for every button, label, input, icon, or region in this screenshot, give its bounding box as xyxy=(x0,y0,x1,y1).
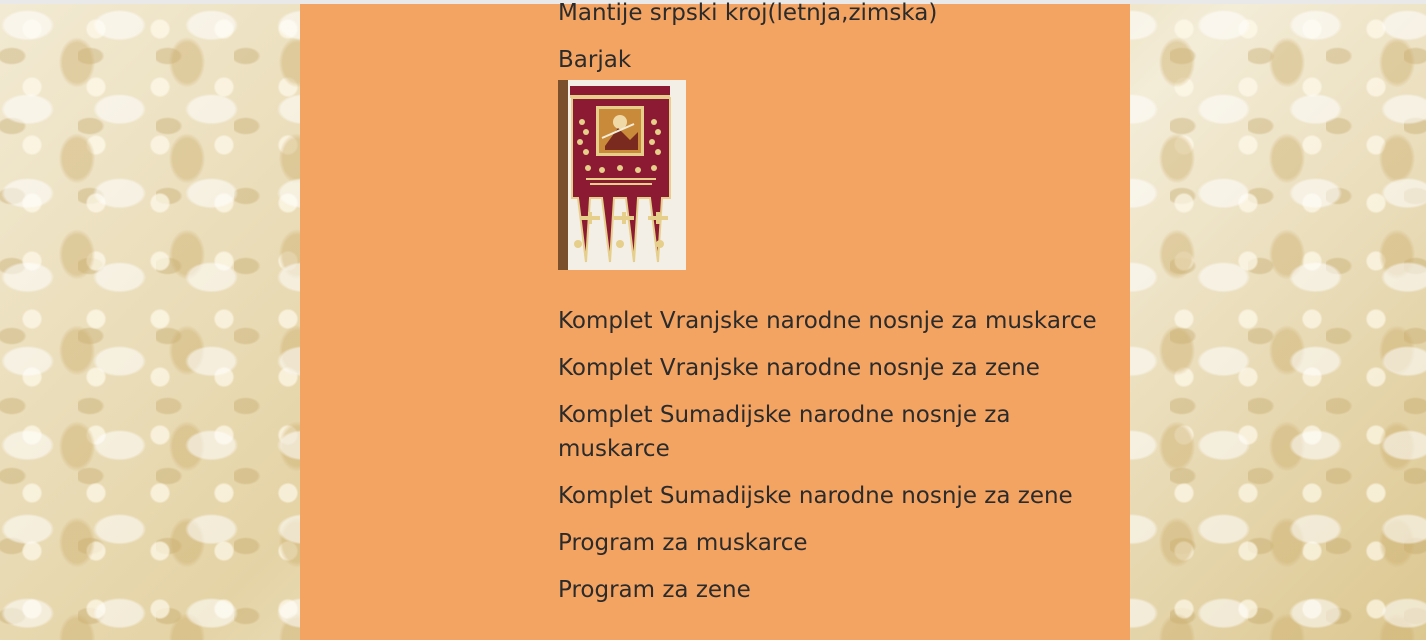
menu-link-sumadijske-muskarce[interactable]: Komplet Sumadijske narodne nosnje za mus… xyxy=(558,398,1028,466)
menu-link-program-zene[interactable]: Program za zene xyxy=(558,573,1118,607)
menu-link-vranjske-muskarce[interactable]: Komplet Vranjske narodne nosnje za muska… xyxy=(558,304,1118,338)
list-item: Program za zene xyxy=(558,573,1118,607)
list-item: Komplet Vranjske narodne nosnje za zene xyxy=(558,351,1118,385)
product-menu: Mantije srpski kroj(letnja,zimska) Barja… xyxy=(558,0,1118,620)
menu-link-barjak[interactable]: Barjak xyxy=(558,43,1118,77)
menu-link-vranjske-zene[interactable]: Komplet Vranjske narodne nosnje za zene xyxy=(558,351,1118,385)
list-item: Komplet Sumadijske narodne nosnje za mus… xyxy=(558,398,1118,466)
list-item: Mantije srpski kroj(letnja,zimska) xyxy=(558,0,1118,30)
list-item xyxy=(558,80,1118,270)
list-item: Program za muskarce xyxy=(558,526,1118,560)
menu-link-sumadijske-zene[interactable]: Komplet Sumadijske narodne nosnje za zen… xyxy=(558,479,1118,513)
menu-link-program-muskarce[interactable]: Program za muskarce xyxy=(558,526,1118,560)
list-item: Barjak xyxy=(558,43,1118,77)
content-panel: Mantije srpski kroj(letnja,zimska) Barja… xyxy=(300,0,1130,640)
menu-link-mantije[interactable]: Mantije srpski kroj(letnja,zimska) xyxy=(558,0,1118,30)
church-banner-image[interactable] xyxy=(558,80,686,270)
list-item: Komplet Sumadijske narodne nosnje za zen… xyxy=(558,479,1118,513)
list-item: Komplet Vranjske narodne nosnje za muska… xyxy=(558,304,1118,338)
